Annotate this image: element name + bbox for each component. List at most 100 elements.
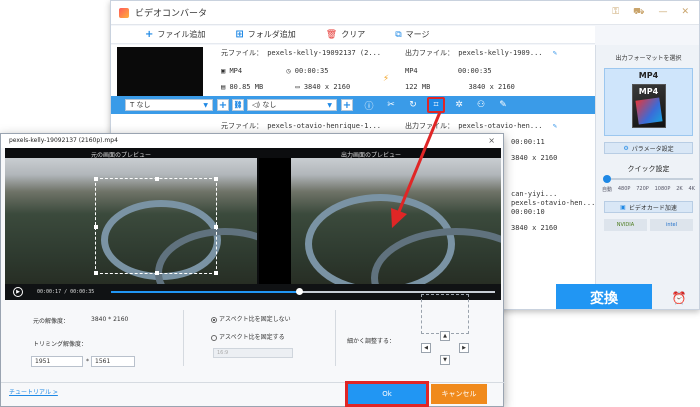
- crop-handle[interactable]: [214, 177, 218, 181]
- crop-icon[interactable]: ⌗: [427, 97, 445, 113]
- output-file-row-2: 出力ファイル： pexels-otavio-hen... ✎: [405, 121, 557, 131]
- quick-tick: 4K: [688, 186, 695, 192]
- source-size: 80.85 MB: [229, 83, 264, 91]
- edit-toolbar: T なし ▼ + ⛓ ◁) なし ▼ + ⓘ ✂ ↻ ⌗ ✲ ⚇ ✎: [111, 96, 595, 114]
- add-subtitle-button[interactable]: +: [217, 99, 229, 111]
- arrow-down-icon[interactable]: ▼: [440, 355, 450, 365]
- format-icon-label: MP4: [638, 87, 659, 96]
- subtitle-select[interactable]: T なし ▼: [125, 99, 213, 111]
- crop-handle[interactable]: [94, 177, 98, 181]
- aspect-ratio-select[interactable]: 16:9: [213, 348, 293, 358]
- trash-icon: 🗑: [325, 29, 338, 40]
- quick-setting-slider[interactable]: [603, 175, 693, 183]
- output-meta-row: MP4 00:00:35: [405, 67, 492, 75]
- seek-knob[interactable]: [296, 288, 304, 295]
- source-format: MP4: [229, 67, 243, 75]
- source-duration: 00:00:35: [294, 67, 329, 75]
- alarm-clock-icon[interactable]: ⏰: [659, 284, 699, 309]
- crop-handle[interactable]: [155, 271, 159, 275]
- subtitle-link-icon[interactable]: ⛓: [232, 99, 244, 111]
- crop-handle[interactable]: [214, 225, 218, 229]
- close-window-icon[interactable]: ✕: [681, 7, 689, 18]
- play-icon[interactable]: ▶: [13, 287, 23, 297]
- output-letterbox: [259, 158, 291, 298]
- minimize-icon[interactable]: —: [658, 7, 667, 18]
- clock-icon: ◷: [286, 67, 291, 75]
- speaker-icon: ◁): [252, 101, 263, 109]
- file-meta-row: ▣ MP4 ◷ 00:00:35: [221, 67, 328, 75]
- convert-button[interactable]: 変換: [556, 284, 652, 309]
- output-resolution-3: 3840 x 2160: [511, 224, 558, 232]
- key-icon[interactable]: ⚿: [612, 7, 619, 18]
- aspect-free-option[interactable]: アスペクト比を固定しない: [211, 314, 291, 323]
- tutorial-link[interactable]: チュートリアル >: [9, 387, 58, 396]
- gpu-icon: ▣: [620, 203, 626, 211]
- arrow-right-icon[interactable]: ▶: [459, 343, 469, 353]
- quick-setting-knob[interactable]: [603, 175, 611, 183]
- gpu-acceleration-button[interactable]: ▣ ビデオカード加速: [604, 201, 693, 213]
- watermark-icon[interactable]: ⚇: [473, 100, 489, 110]
- radio-checked-icon[interactable]: [211, 316, 217, 323]
- crop-handle[interactable]: [155, 177, 159, 181]
- parameter-settings-button[interactable]: ⚙ パラメータ設定: [604, 142, 693, 154]
- trim-times-symbol: *: [86, 358, 89, 365]
- add-folder-button[interactable]: ⊞ フォルダ追加: [235, 29, 295, 40]
- arrow-up-icon[interactable]: ▲: [440, 331, 450, 341]
- arrow-left-icon[interactable]: ◀: [421, 343, 431, 353]
- crop-handle[interactable]: [94, 271, 98, 275]
- aspect-fixed-option[interactable]: アスペクト比を固定する: [211, 332, 285, 341]
- output-file-name: pexels-otavio-hen...: [458, 122, 543, 130]
- seek-bar[interactable]: [111, 288, 495, 295]
- clear-button[interactable]: 🗑 クリア: [326, 29, 365, 40]
- output-file-name-3b: pexels-otavio-hen...: [511, 199, 596, 207]
- audio-select[interactable]: ◁) なし ▼: [247, 99, 337, 111]
- file-meta-row-2: ▤ 80.85 MB ▭ 3840 x 2160: [221, 83, 350, 91]
- trim-width-input[interactable]: 1951: [31, 356, 83, 367]
- info-icon[interactable]: ⓘ: [361, 99, 377, 112]
- time-separator: /: [64, 289, 68, 295]
- fine-adjust-pad: [421, 294, 469, 334]
- crop-handle[interactable]: [94, 225, 98, 229]
- format-selector[interactable]: MP4 MP4: [604, 68, 693, 136]
- seek-progress: [111, 291, 300, 293]
- source-label: 元ファイル：: [221, 49, 263, 57]
- parameter-settings-label: パラメータ設定: [631, 145, 674, 153]
- add-file-button[interactable]: + ファイル追加: [145, 29, 205, 40]
- rename-pencil-icon[interactable]: ✎: [553, 122, 557, 130]
- settings-icon: ⚙: [623, 144, 629, 152]
- dialog-title: pexels-kelly-19092137 (2160p).mp4: [1, 134, 503, 148]
- file-thumbnail[interactable]: [117, 47, 203, 97]
- output-file-name-3: can-yiyi...: [511, 190, 558, 198]
- output-resolution-2: 3840 x 2160: [511, 154, 558, 162]
- radio-unchecked-icon[interactable]: [211, 334, 217, 341]
- cut-icon[interactable]: ✂: [383, 100, 399, 110]
- quick-tick: 1080P: [654, 186, 671, 192]
- rotate-icon[interactable]: ↻: [405, 100, 421, 110]
- crop-handle[interactable]: [214, 271, 218, 275]
- cart-icon[interactable]: ⛟: [633, 7, 644, 18]
- output-duration: 00:00:35: [457, 67, 492, 75]
- trim-height-input[interactable]: 1561: [91, 356, 135, 367]
- source-file-name: pexels-kelly-19092137 (2...: [267, 49, 382, 57]
- time-display: 00:00:17 / 00:00:35: [37, 289, 94, 295]
- divider: [335, 310, 336, 366]
- add-audio-button[interactable]: +: [341, 99, 353, 111]
- merge-button[interactable]: ⧉ マージ: [395, 29, 429, 40]
- effect-icon[interactable]: ✲: [451, 100, 467, 110]
- original-preview[interactable]: [5, 158, 257, 298]
- close-icon[interactable]: ×: [488, 136, 495, 145]
- film-icon: ▣: [221, 67, 226, 75]
- divider: [183, 310, 184, 366]
- output-format: MP4: [405, 67, 418, 75]
- cancel-button[interactable]: キャンセル: [431, 384, 487, 404]
- output-format-label: 出力フォーマットを選択: [615, 55, 682, 62]
- output-side-panel: 出力フォーマットを選択 MP4 MP4 ⚙ パラメータ設定 クイック設定 自動 …: [595, 45, 699, 309]
- add-file-label: ファイル追加: [157, 30, 206, 39]
- rename-pencil-icon[interactable]: ✎: [553, 49, 557, 57]
- aspect-free-label: アスペクト比を固定しない: [219, 316, 291, 323]
- crop-rectangle[interactable]: [94, 177, 218, 275]
- clear-label: クリア: [341, 30, 366, 39]
- output-duration-3: 00:00:10: [511, 208, 545, 216]
- ok-button[interactable]: Ok: [345, 381, 429, 407]
- edit-icon[interactable]: ✎: [495, 100, 511, 110]
